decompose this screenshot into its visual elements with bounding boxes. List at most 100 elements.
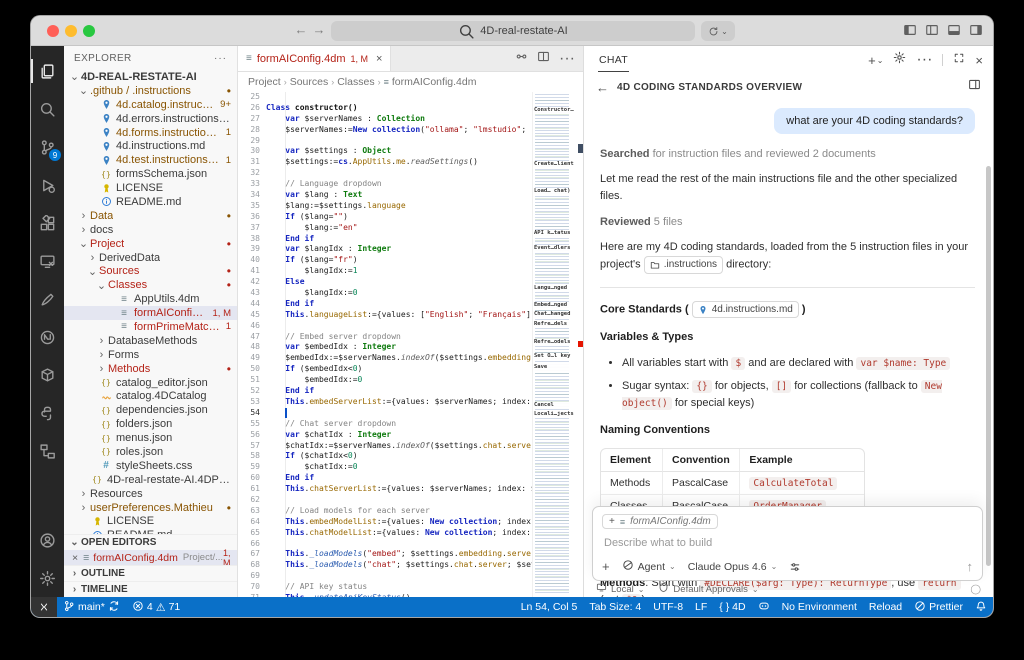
tree-item[interactable]: ›Resources	[64, 487, 237, 501]
activitybar-project-hierarchy[interactable]	[31, 432, 64, 470]
tree-item[interactable]: ⌄Classes•	[64, 278, 237, 292]
activitybar-run-and-debug[interactable]	[31, 166, 64, 204]
chat-messages[interactable]: what are your 4D coding standards?Search…	[584, 100, 993, 597]
tree-item[interactable]: LICENSE	[64, 181, 237, 195]
chat-input-box[interactable]: + ≡ formAIConfig.4dm + Agent⌄ Cl	[592, 506, 983, 581]
tree-item[interactable]: ⌄Project•	[64, 237, 237, 251]
new-chat-button[interactable]: +⌄	[868, 53, 883, 68]
close-icon[interactable]: ×	[975, 53, 983, 68]
tree-item[interactable]: ›DatabaseMethods	[64, 334, 237, 348]
prettier-status[interactable]: Prettier	[908, 597, 969, 617]
tree-item[interactable]: {}menus.json	[64, 431, 237, 445]
tree-item[interactable]: 4d.errors.instructions.md	[64, 112, 237, 126]
tree-item[interactable]: {}roles.json	[64, 445, 237, 459]
tree-item[interactable]: 4d.forms.instructions.md1	[64, 126, 237, 140]
language-mode[interactable]: { } 4D	[713, 597, 751, 617]
tree-item[interactable]: catalog.4DCatalog	[64, 389, 237, 403]
tree-item[interactable]: {}folders.json	[64, 417, 237, 431]
back-arrow-icon[interactable]: ←	[293, 22, 309, 37]
activitybar-accounts[interactable]	[31, 521, 64, 559]
approvals-picker[interactable]: Default Approvals⌄	[658, 582, 758, 596]
breadcrumb[interactable]: Project›Sources›Classes›≡formAIConfig.4d…	[238, 72, 583, 92]
tree-item[interactable]: ›DerivedData	[64, 251, 237, 265]
open-changes-icon[interactable]	[515, 50, 528, 68]
outline-section[interactable]: › OUTLINE	[64, 565, 237, 581]
minimap[interactable]: Constructor…Create…lientLoad… chat)API k…	[532, 92, 578, 597]
mode-picker[interactable]: Agent⌄	[622, 559, 676, 574]
breadcrumb-item[interactable]: formAIConfig.4dm	[392, 76, 477, 88]
tree-item[interactable]: {}catalog_editor.json	[64, 376, 237, 390]
reload-button[interactable]: Reload	[863, 597, 908, 617]
minimize-traffic-light[interactable]	[65, 25, 77, 37]
activitybar-remote-explorer[interactable]	[31, 242, 64, 280]
tree-item[interactable]: 4d.catalog.instructions.md9+	[64, 98, 237, 112]
command-center-search[interactable]: 4D-real-restate-AI	[331, 21, 695, 41]
tree-item[interactable]: ≡formPrimeMatch.4dm1	[64, 320, 237, 334]
tree-item[interactable]: 4d.instructions.md	[64, 139, 237, 153]
tree-item[interactable]: ›docs	[64, 223, 237, 237]
tree-item[interactable]: {}4D-real-restate-AI.4DProject	[64, 473, 237, 487]
tree-item[interactable]: ›Forms	[64, 348, 237, 362]
timeline-section[interactable]: › TIMELINE	[64, 581, 237, 597]
close-icon[interactable]: ×	[72, 552, 78, 564]
cursor-position[interactable]: Ln 54, Col 5	[515, 597, 584, 617]
open-editor-item[interactable]: × ≡ formAIConfig.4dm Project/... 1, M	[64, 550, 237, 565]
tree-item[interactable]: ⌄.github / .instructions•	[64, 84, 237, 98]
agent-activity-row[interactable]: Searched for instruction files and revie…	[600, 148, 975, 160]
tab-formaiconfig[interactable]: ≡ formAIConfig.4dm 1, M ×	[238, 46, 391, 71]
code-content[interactable]: Class constructor() var $serverNames : C…	[266, 92, 532, 597]
add-context-chip[interactable]: + ≡ formAIConfig.4dm	[602, 514, 718, 529]
tree-item[interactable]: ≡formAIConfig.4dm1, M	[64, 306, 237, 320]
chat-prompt-input[interactable]	[604, 537, 975, 549]
breadcrumb-item[interactable]: Project	[248, 76, 281, 88]
activitybar-settings[interactable]	[31, 559, 64, 597]
more-actions-icon[interactable]: ···	[214, 53, 227, 64]
tree-item[interactable]: #styleSheets.css	[64, 459, 237, 473]
indentation[interactable]: Tab Size: 4	[583, 597, 647, 617]
close-traffic-light[interactable]	[47, 25, 59, 37]
more-actions-icon[interactable]: ···	[559, 50, 575, 68]
toggle-panel-icon[interactable]	[947, 23, 961, 37]
activitybar-search[interactable]	[31, 90, 64, 128]
tree-item[interactable]: ›userPreferences.Mathieu•	[64, 501, 237, 515]
chat-settings-gear-icon[interactable]	[893, 51, 906, 69]
problems-status[interactable]: 4 ⚠ 71	[126, 597, 186, 617]
close-icon[interactable]: ×	[376, 53, 382, 65]
activitybar-fourd-language[interactable]	[31, 318, 64, 356]
toggle-left-layout-icon[interactable]	[925, 23, 939, 37]
copilot-status[interactable]	[752, 597, 776, 617]
chat-scrollbar[interactable]	[986, 166, 991, 566]
activitybar-extensions[interactable]	[31, 204, 64, 242]
model-picker[interactable]: Claude Opus 4.6⌄	[688, 561, 778, 573]
chat-tab[interactable]: CHAT	[598, 48, 629, 72]
eol-sequence[interactable]: LF	[689, 597, 713, 617]
remote-indicator[interactable]	[31, 597, 57, 617]
attach-button[interactable]: +	[602, 559, 610, 574]
notifications-bell[interactable]	[969, 597, 993, 617]
forward-arrow-icon[interactable]: →	[311, 22, 327, 37]
activitybar-container-tools[interactable]	[31, 356, 64, 394]
session-refresh-menu[interactable]: ⌄	[701, 21, 735, 41]
tree-item[interactable]: LICENSE	[64, 515, 237, 529]
activitybar-brush-tool[interactable]	[31, 280, 64, 318]
tree-item[interactable]: {}dependencies.json	[64, 403, 237, 417]
tree-item[interactable]: ⌄4D-REAL-RESTATE-AI	[64, 70, 237, 84]
tools-sliders-icon[interactable]	[789, 561, 801, 573]
activitybar-python[interactable]	[31, 394, 64, 432]
branch-status[interactable]: main*	[57, 597, 126, 617]
zoom-traffic-light[interactable]	[83, 25, 95, 37]
maximize-panel-icon[interactable]	[953, 51, 965, 69]
agent-activity-row[interactable]: Reviewed 5 files	[600, 216, 975, 228]
breadcrumb-item[interactable]: Sources	[290, 76, 329, 88]
environment-status[interactable]: No Environment	[776, 597, 863, 617]
tree-item[interactable]: ›Methods•	[64, 362, 237, 376]
send-button[interactable]: ↑	[967, 559, 974, 574]
tree-item[interactable]: ›Data•	[64, 209, 237, 223]
toggle-secondary-sidebar-icon[interactable]	[969, 23, 983, 37]
toggle-primary-sidebar-icon[interactable]	[903, 23, 917, 37]
code-editor[interactable]: 2526272829303132333435363738394041424344…	[238, 92, 583, 597]
tree-item[interactable]: ≡AppUtils.4dm	[64, 292, 237, 306]
tree-item[interactable]: README.md	[64, 195, 237, 209]
split-editor-icon[interactable]	[537, 50, 550, 68]
open-editors-section[interactable]: ⌄ OPEN EDITORS	[64, 534, 237, 550]
